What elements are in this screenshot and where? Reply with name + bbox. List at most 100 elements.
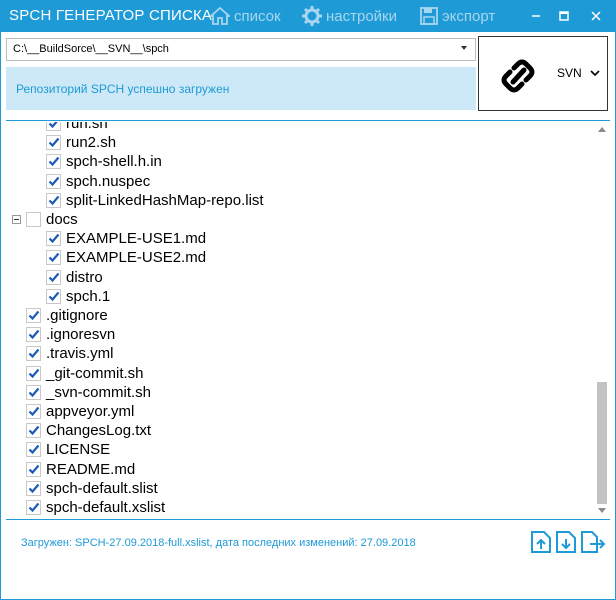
close-button[interactable] <box>580 0 612 32</box>
upload-icon[interactable] <box>530 530 552 554</box>
tree-row[interactable]: ChangesLog.txt <box>26 421 151 440</box>
tree-row[interactable]: LICENSE <box>26 440 110 459</box>
tree-checkbox[interactable] <box>46 135 61 151</box>
tree-checkbox[interactable] <box>26 404 41 419</box>
tree-row[interactable]: distro <box>46 268 103 287</box>
tree-checkbox[interactable] <box>26 423 41 439</box>
menu-list[interactable]: список <box>210 5 281 27</box>
bottom-divider <box>6 519 610 520</box>
tree-checkbox[interactable] <box>26 480 41 496</box>
chevron-down-icon <box>461 46 467 50</box>
gear-icon <box>302 6 322 26</box>
scroll-up-arrow-icon[interactable] <box>598 127 606 132</box>
file-tree: run.sh run2.sh spch-shell.h.in spch.nuspec s… <box>6 122 596 518</box>
tree-checkbox[interactable] <box>46 154 61 170</box>
tree-checkbox[interactable] <box>26 346 41 362</box>
tree-row-label: run.sh <box>66 122 108 132</box>
tree-row[interactable]: EXAMPLE-USE1.md <box>46 229 206 248</box>
vcs-panel: SVN <box>478 36 608 111</box>
tree-row[interactable]: _svn-commit.sh <box>26 383 151 402</box>
tree-checkbox[interactable] <box>26 384 41 400</box>
tree-row[interactable]: spch-default.slist <box>26 479 158 498</box>
tree-row[interactable]: .gitignore <box>26 306 108 325</box>
path-value: C:\__BuildSorce\__SVN__\spch <box>13 43 169 55</box>
tree-checkbox[interactable] <box>26 461 41 477</box>
tree-row-label: EXAMPLE-USE2.md <box>66 249 207 267</box>
tree-row[interactable]: spch.nuspec <box>46 172 150 191</box>
tree-row[interactable]: .ignoresvn <box>26 325 115 344</box>
tree-row-label: README.md <box>46 460 136 478</box>
tree-row-label: run2.sh <box>66 134 117 152</box>
menu-export-label: экспорт <box>442 7 496 25</box>
tree-row-label: appveyor.yml <box>46 403 135 420</box>
link-icon[interactable] <box>497 59 539 98</box>
tree-row-label: docs <box>46 211 78 228</box>
tree-row-label: .travis.yml <box>46 345 114 363</box>
tree-row[interactable]: run.sh <box>46 122 108 133</box>
tree-row-label: spch.1 <box>66 287 111 305</box>
tree-row[interactable]: run2.sh <box>46 133 116 152</box>
tree-row-label: spch-default.xslist <box>46 499 166 516</box>
status-message: Репозиторий SPCH успешно загружен <box>16 82 230 96</box>
tree-checkbox[interactable] <box>46 231 61 247</box>
tree-row-label: ChangesLog.txt <box>46 422 152 440</box>
download-icon[interactable] <box>555 530 577 554</box>
scroll-thumb[interactable] <box>597 382 607 504</box>
vcs-selected: SVN <box>557 66 582 80</box>
tree-row-label: _git-commit.sh <box>46 364 144 382</box>
minimize-icon <box>532 15 540 17</box>
tree-checkbox[interactable] <box>46 192 61 208</box>
tree-row[interactable]: README.md <box>26 460 135 479</box>
menu-settings-label: настройки <box>326 7 398 25</box>
tree-row-label: EXAMPLE-USE1.md <box>66 230 207 248</box>
save-icon <box>420 7 438 25</box>
tree-row-label: distro <box>66 268 103 286</box>
tree-row[interactable]: split-LinkedHashMap-repo.list <box>46 191 264 210</box>
vcs-select[interactable]: SVN <box>557 66 600 80</box>
tree-row-label: spch-shell.h.in <box>66 153 162 171</box>
tree-checkbox[interactable] <box>46 122 61 131</box>
tree-row[interactable]: docs <box>26 210 78 229</box>
tree-row[interactable]: spch-default.xslist <box>26 498 165 517</box>
tree-checkbox[interactable] <box>26 365 41 381</box>
scroll-down-arrow-icon[interactable] <box>598 508 606 513</box>
tree-row[interactable]: spch-shell.h.in <box>46 152 162 171</box>
tree-checkbox[interactable] <box>26 442 41 458</box>
tree-row-label: spch-default.slist <box>46 479 158 497</box>
menu-export[interactable]: экспорт <box>420 5 495 27</box>
tree-checkbox[interactable] <box>26 500 41 515</box>
tree-row-label: split-LinkedHashMap-repo.list <box>66 191 264 209</box>
menu-list-label: список <box>234 7 281 25</box>
tree-row-label: .gitignore <box>46 307 108 324</box>
export-arrow-icon[interactable] <box>580 530 606 554</box>
status-banner: Репозиторий SPCH успешно загружен <box>6 67 476 110</box>
tree-checkbox[interactable] <box>26 327 41 343</box>
tree-row-label: LICENSE <box>46 441 111 459</box>
footer-status: Загружен: SPCH-27.09.2018-full.xslist, д… <box>21 537 416 549</box>
tree-checkbox[interactable] <box>46 173 61 189</box>
tree-row-label: spch.nuspec <box>66 172 151 190</box>
tree-row[interactable]: _git-commit.sh <box>26 364 144 383</box>
top-divider <box>6 120 610 121</box>
tree-row[interactable]: .travis.yml <box>26 344 114 363</box>
maximize-icon <box>559 11 569 21</box>
tree-row[interactable]: spch.1 <box>46 287 110 306</box>
title-bar: SPCH ГЕНЕРАТОР СПИСКА список настройки э… <box>0 0 616 32</box>
path-select[interactable]: C:\__BuildSorce\__SVN__\spch <box>6 38 476 61</box>
tree-checkbox[interactable] <box>26 308 41 323</box>
tree-checkbox[interactable] <box>46 288 61 304</box>
tree-checkbox[interactable] <box>46 250 61 266</box>
tree-row-label: .ignoresvn <box>46 326 116 344</box>
tree-row[interactable]: EXAMPLE-USE2.md <box>46 248 206 267</box>
vertical-scrollbar[interactable] <box>594 122 610 518</box>
home-icon <box>210 7 230 25</box>
collapse-toggle-icon[interactable] <box>12 215 21 224</box>
app-title: SPCH ГЕНЕРАТОР СПИСКА <box>9 7 213 24</box>
chevron-down-icon <box>590 70 600 77</box>
close-icon <box>591 11 601 21</box>
tree-row[interactable]: appveyor.yml <box>26 402 134 421</box>
tree-checkbox[interactable] <box>26 212 41 227</box>
menu-settings[interactable]: настройки <box>302 5 397 27</box>
tree-checkbox[interactable] <box>46 269 61 285</box>
maximize-button[interactable] <box>548 0 580 32</box>
